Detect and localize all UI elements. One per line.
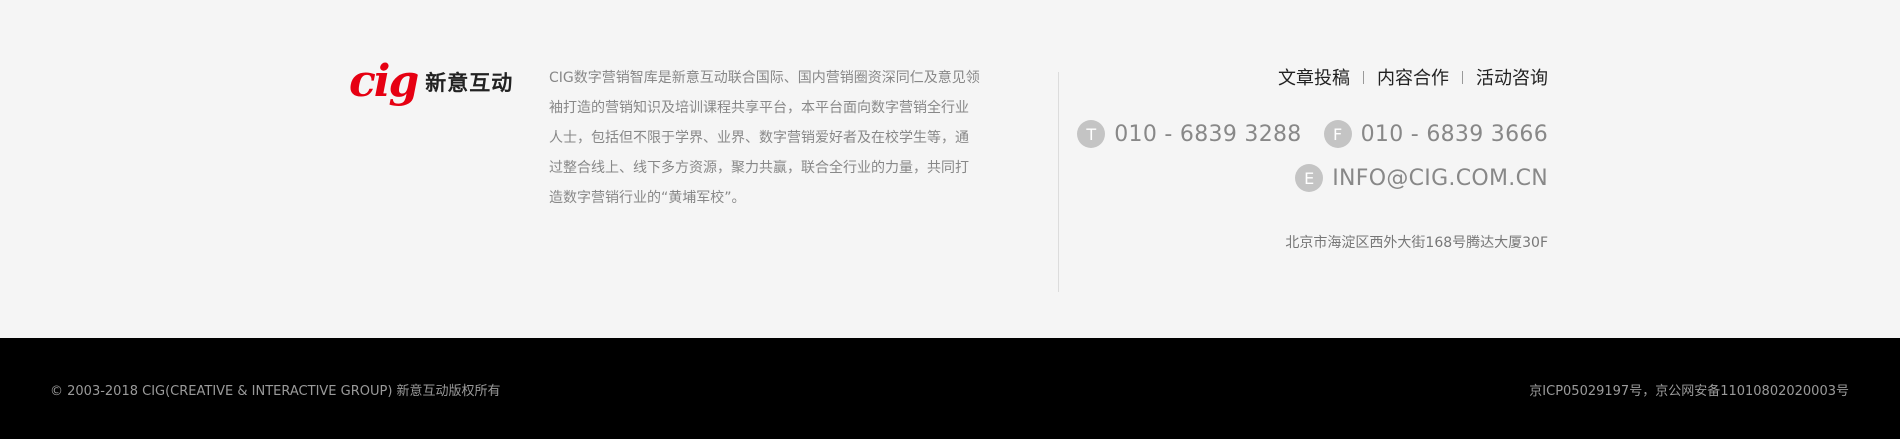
fax-item: F 010 - 6839 3666 xyxy=(1323,120,1548,148)
email-address[interactable]: INFO@CIG.COM.CN xyxy=(1332,166,1548,191)
phone-icon: T xyxy=(1077,120,1106,148)
icp-license-text[interactable]: 京ICP05029197号，京公网安备11010802020003号 xyxy=(1529,380,1849,399)
fax-icon: F xyxy=(1323,120,1352,148)
fax-number: 010 - 6839 3666 xyxy=(1360,121,1548,147)
cig-logo-mark: cig xyxy=(349,56,419,107)
email-item[interactable]: E INFO@CIG.COM.CN xyxy=(1295,164,1548,192)
phone-number: 010 - 6839 3288 xyxy=(1114,121,1302,147)
email-row: E INFO@CIG.COM.CN xyxy=(1048,164,1548,192)
nav-separator xyxy=(1462,70,1463,84)
footer-top: cig 新意互动 CIG数字营销智库是新意互动联合国际、国内营销圈资深同仁及意见… xyxy=(0,0,1900,338)
copyright-text: © 2003-2018 CIG(CREATIVE & INTERACTIVE G… xyxy=(50,384,501,399)
nav-event-inquiry-link[interactable]: 活动咨询 xyxy=(1476,64,1548,90)
cig-logo-text: 新意互动 xyxy=(425,71,514,95)
nav-article-submission-link[interactable]: 文章投稿 xyxy=(1278,64,1350,90)
phone-fax-row: T 010 - 6839 3288 F 010 - 6839 3666 xyxy=(1048,120,1548,148)
footer-bottom-bar: © 2003-2018 CIG(CREATIVE & INTERACTIVE G… xyxy=(0,338,1900,439)
intro-paragraph: CIG数字营销智库是新意互动联合国际、国内营销圈资深同仁及意见领袖打造的营销知识… xyxy=(549,70,980,206)
nav-content-cooperation-link[interactable]: 内容合作 xyxy=(1377,64,1449,90)
contact-block: 文章投稿 内容合作 活动咨询 T 010 - 6839 3288 F 010 -… xyxy=(1048,64,1548,252)
phone-item: T 010 - 6839 3288 xyxy=(1077,120,1301,148)
address-text: 北京市海淀区西外大街168号腾达大厦30F xyxy=(1285,235,1548,251)
nav-separator xyxy=(1363,70,1364,84)
footer-nav: 文章投稿 内容合作 活动咨询 xyxy=(1048,64,1548,90)
email-icon: E xyxy=(1295,164,1324,192)
cig-logo[interactable]: cig 新意互动 xyxy=(349,60,513,104)
